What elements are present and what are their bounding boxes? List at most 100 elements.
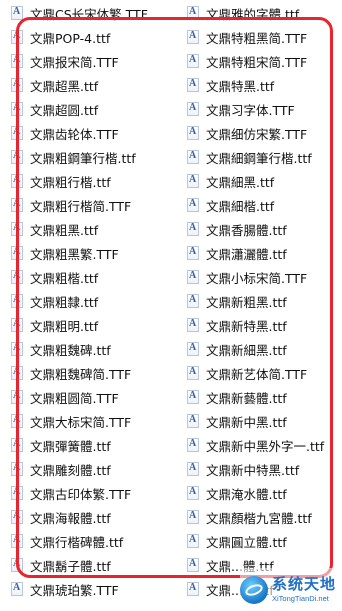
- file-item[interactable]: 文鼎新藝體.ttf: [176, 385, 342, 409]
- file-name: 文鼎新中黑.ttf: [206, 414, 287, 430]
- font-file-icon: [187, 510, 199, 524]
- file-item[interactable]: 文鼎粗鋼筆行楷.ttf: [0, 145, 176, 169]
- font-file-icon: [187, 6, 199, 20]
- font-file-icon: [187, 54, 199, 68]
- font-file-icon: [11, 54, 23, 68]
- file-item[interactable]: 文鼎超黑.ttf: [0, 73, 176, 97]
- font-file-icon: [11, 222, 23, 236]
- file-item[interactable]: 文鼎粗黑.ttf: [0, 217, 176, 241]
- file-item[interactable]: 文鼎小标宋简.TTF: [176, 265, 342, 289]
- font-file-icon: [11, 126, 23, 140]
- file-item[interactable]: 文鼎粗楷.ttf: [0, 265, 176, 289]
- font-file-icon: [11, 486, 23, 500]
- file-item[interactable]: 文鼎新中特黑.ttf: [176, 457, 342, 481]
- file-item[interactable]: 文鼎新粗黑.ttf: [176, 289, 342, 313]
- file-item[interactable]: 文鼎新艺体简.TTF: [176, 361, 342, 385]
- file-name: 文鼎粗鋼筆行楷.ttf: [30, 150, 136, 166]
- file-item[interactable]: 文鼎雕刻體.ttf: [0, 457, 176, 481]
- file-item[interactable]: 文鼎新細黑.ttf: [176, 337, 342, 361]
- file-item[interactable]: 文鼎顏楷九宮體.ttf: [176, 505, 342, 529]
- font-file-icon: [187, 198, 199, 212]
- file-name: 文鼎特黑.ttf: [206, 78, 275, 94]
- font-file-icon: [11, 6, 23, 20]
- file-item[interactable]: 文鼎行楷碑體.ttf: [0, 529, 176, 553]
- watermark: 系统天地 XiTongTianDi.net: [240, 568, 342, 611]
- file-item[interactable]: 文鼎粗行楷.ttf: [0, 169, 176, 193]
- font-file-icon: [187, 318, 199, 332]
- font-file-icon: [187, 78, 199, 92]
- file-name: 文鼎粗隸.ttf: [30, 294, 99, 310]
- file-name: 文鼎超圆.ttf: [30, 102, 99, 118]
- font-file-icon: [187, 438, 199, 452]
- font-file-icon: [11, 198, 23, 212]
- file-item[interactable]: 文鼎特黑.ttf: [176, 73, 342, 97]
- font-file-icon: [11, 366, 23, 380]
- file-item[interactable]: 文鼎淹水體.ttf: [176, 481, 342, 505]
- file-name: 文鼎新特黑.ttf: [206, 318, 287, 334]
- file-item[interactable]: 文鼎細楷.ttf: [176, 193, 342, 217]
- file-name: 文鼎粗黑.ttf: [30, 222, 99, 238]
- file-name: 文鼎雅的字體.ttf: [206, 6, 300, 22]
- file-item[interactable]: 文鼎新中黑.ttf: [176, 409, 342, 433]
- file-item[interactable]: 文鼎細鋼筆行楷.ttf: [176, 145, 342, 169]
- file-name: 文鼎淹水體.ttf: [206, 486, 287, 502]
- file-name: 文鼎特粗黑简.TTF: [206, 30, 308, 46]
- font-file-icon: [11, 174, 23, 188]
- file-item[interactable]: 文鼎特粗黑简.TTF: [176, 25, 342, 49]
- file-item[interactable]: 文鼎习字体.TTF: [176, 97, 342, 121]
- file-name: 文鼎新藝體.ttf: [206, 390, 287, 406]
- file-item[interactable]: 文鼎海報體.ttf: [0, 505, 176, 529]
- file-item[interactable]: 文鼎瀟灑體.ttf: [176, 241, 342, 265]
- file-item[interactable]: 文鼎报宋简.TTF: [0, 49, 176, 73]
- font-file-icon: [11, 390, 23, 404]
- font-file-icon: [11, 270, 23, 284]
- file-item[interactable]: 文鼎CS长宋体繁.TTF: [0, 1, 176, 25]
- watermark-text: 系统天地 XiTongTianDi.net: [272, 576, 336, 603]
- file-name: 文鼎POP-4.ttf: [30, 30, 111, 46]
- file-item[interactable]: 文鼎大标宋简.TTF: [0, 409, 176, 433]
- file-item[interactable]: 文鼎粗黑繁.TTF: [0, 241, 176, 265]
- file-item[interactable]: 文鼎POP-4.ttf: [0, 25, 176, 49]
- file-item[interactable]: 文鼎超圆.ttf: [0, 97, 176, 121]
- file-item[interactable]: 文鼎雅的字體.ttf: [176, 1, 342, 25]
- font-file-icon: [11, 246, 23, 260]
- file-item[interactable]: 文鼎新特黑.ttf: [176, 313, 342, 337]
- file-item[interactable]: 文鼎粗魏碑.ttf: [0, 337, 176, 361]
- font-file-icon: [11, 294, 23, 308]
- file-name: 文鼎行楷碑體.ttf: [30, 534, 124, 550]
- file-name: 文鼎海報體.ttf: [30, 510, 111, 526]
- font-file-icon: [11, 534, 23, 548]
- file-item[interactable]: 文鼎粗圆简.TTF: [0, 385, 176, 409]
- file-item[interactable]: 文鼎彈簧體.ttf: [0, 433, 176, 457]
- file-item[interactable]: 文鼎粗隸.ttf: [0, 289, 176, 313]
- font-file-icon: [187, 366, 199, 380]
- file-item[interactable]: 文鼎粗明.ttf: [0, 313, 176, 337]
- file-item[interactable]: 文鼎古印体繁.TTF: [0, 481, 176, 505]
- file-item[interactable]: 文鼎新中黑外字一.ttf: [176, 433, 342, 457]
- file-item[interactable]: 文鼎齿轮体.TTF: [0, 121, 176, 145]
- file-name: 文鼎新中黑外字一.ttf: [206, 438, 325, 454]
- file-name: 文鼎琥珀繁.TTF: [30, 582, 119, 598]
- file-item[interactable]: 文鼎圓立體.ttf: [176, 529, 342, 553]
- file-item[interactable]: 文鼎粗行楷简.TTF: [0, 193, 176, 217]
- file-name: 文鼎小标宋简.TTF: [206, 270, 308, 286]
- font-file-icon: [11, 414, 23, 428]
- file-name: 文鼎彈簧體.ttf: [30, 438, 111, 454]
- file-name: 文鼎粗明.ttf: [30, 318, 99, 334]
- file-name: 文鼎鬍子體.ttf: [30, 558, 111, 574]
- file-browser: 文鼎CS长宋体繁.TTF 文鼎POP-4.ttf 文鼎报宋简.TTF 文鼎超黑.ttf…: [0, 0, 342, 611]
- file-name: 文鼎粗圆简.TTF: [30, 390, 119, 406]
- file-item[interactable]: 文鼎香腸體.ttf: [176, 217, 342, 241]
- file-item[interactable]: 文鼎鬍子體.ttf: [0, 553, 176, 577]
- file-item[interactable]: 文鼎細黑.ttf: [176, 169, 342, 193]
- file-name: 文鼎瀟灑體.ttf: [206, 246, 287, 262]
- file-name: 文鼎CS长宋体繁.TTF: [30, 6, 148, 22]
- file-item[interactable]: 文鼎琥珀繁.TTF: [0, 577, 176, 601]
- file-item[interactable]: 文鼎特粗宋简.TTF: [176, 49, 342, 73]
- file-item[interactable]: 文鼎粗魏碑简.TTF: [0, 361, 176, 385]
- file-name: 文鼎细仿宋繁.TTF: [206, 126, 308, 142]
- file-item[interactable]: 文鼎细仿宋繁.TTF: [176, 121, 342, 145]
- font-file-icon: [187, 102, 199, 116]
- font-file-icon: [11, 582, 23, 596]
- font-file-icon: [11, 78, 23, 92]
